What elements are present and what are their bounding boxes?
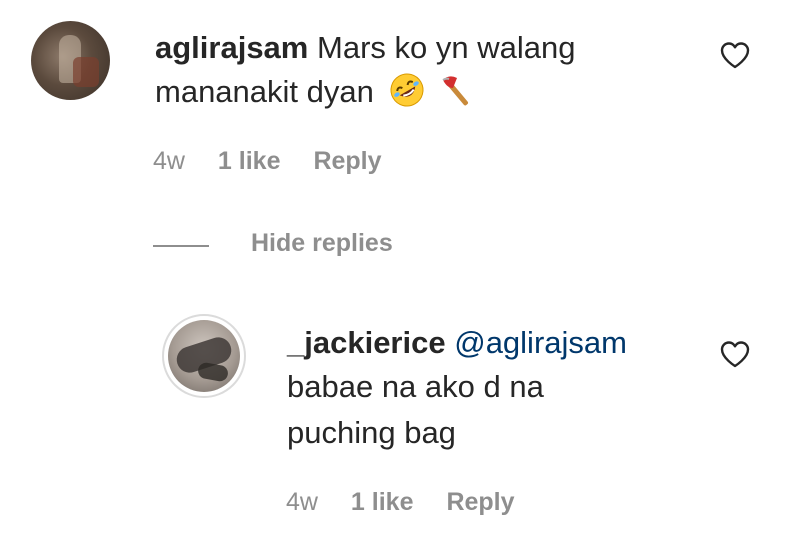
heart-outline-icon[interactable] [720,41,750,69]
heart-outline-icon[interactable] [720,340,750,368]
reply-likes-link[interactable]: 1 like [351,488,414,516]
reply-text-line-1: _jackierice @aglirajsam [287,324,627,362]
replies-divider-line [153,245,209,247]
avatar-photo-detail [196,361,230,383]
comment-username[interactable]: aglirajsam [155,30,308,65]
reply-meta: 4w 1 like Reply [286,487,541,517]
reply-age: 4w [286,488,318,516]
reply-reply-button[interactable]: Reply [446,488,514,516]
reply-username[interactable]: _jackierice [287,325,446,360]
reply-text-line-3: puching bag [287,414,456,452]
comment-age: 4w [153,147,185,175]
avatar[interactable] [168,320,240,392]
axe-emoji-icon [442,76,469,106]
reply-text: babae na ako d na [287,369,544,404]
comment-meta: 4w 1 like Reply [153,146,408,176]
avatar[interactable] [31,21,110,100]
reply-mention-link[interactable]: @aglirajsam [454,325,627,360]
reply-text-line-2: babae na ako d na [287,368,544,406]
comment-text-line-1: aglirajsam Mars ko yn walang [155,29,575,67]
comment-text-continued: mananakit dyan [155,74,374,109]
avatar-photo-detail [73,57,99,87]
reply-text-continued: puching bag [287,415,456,450]
hide-replies-button[interactable]: Hide replies [251,228,393,258]
comment-text-line-2: mananakit dyan [155,72,475,111]
comment-text: Mars ko yn walang [317,30,576,65]
comment-likes-link[interactable]: 1 like [218,147,281,175]
rolling-on-floor-laughing-emoji-icon [390,73,423,107]
comment-reply-button[interactable]: Reply [313,147,381,175]
